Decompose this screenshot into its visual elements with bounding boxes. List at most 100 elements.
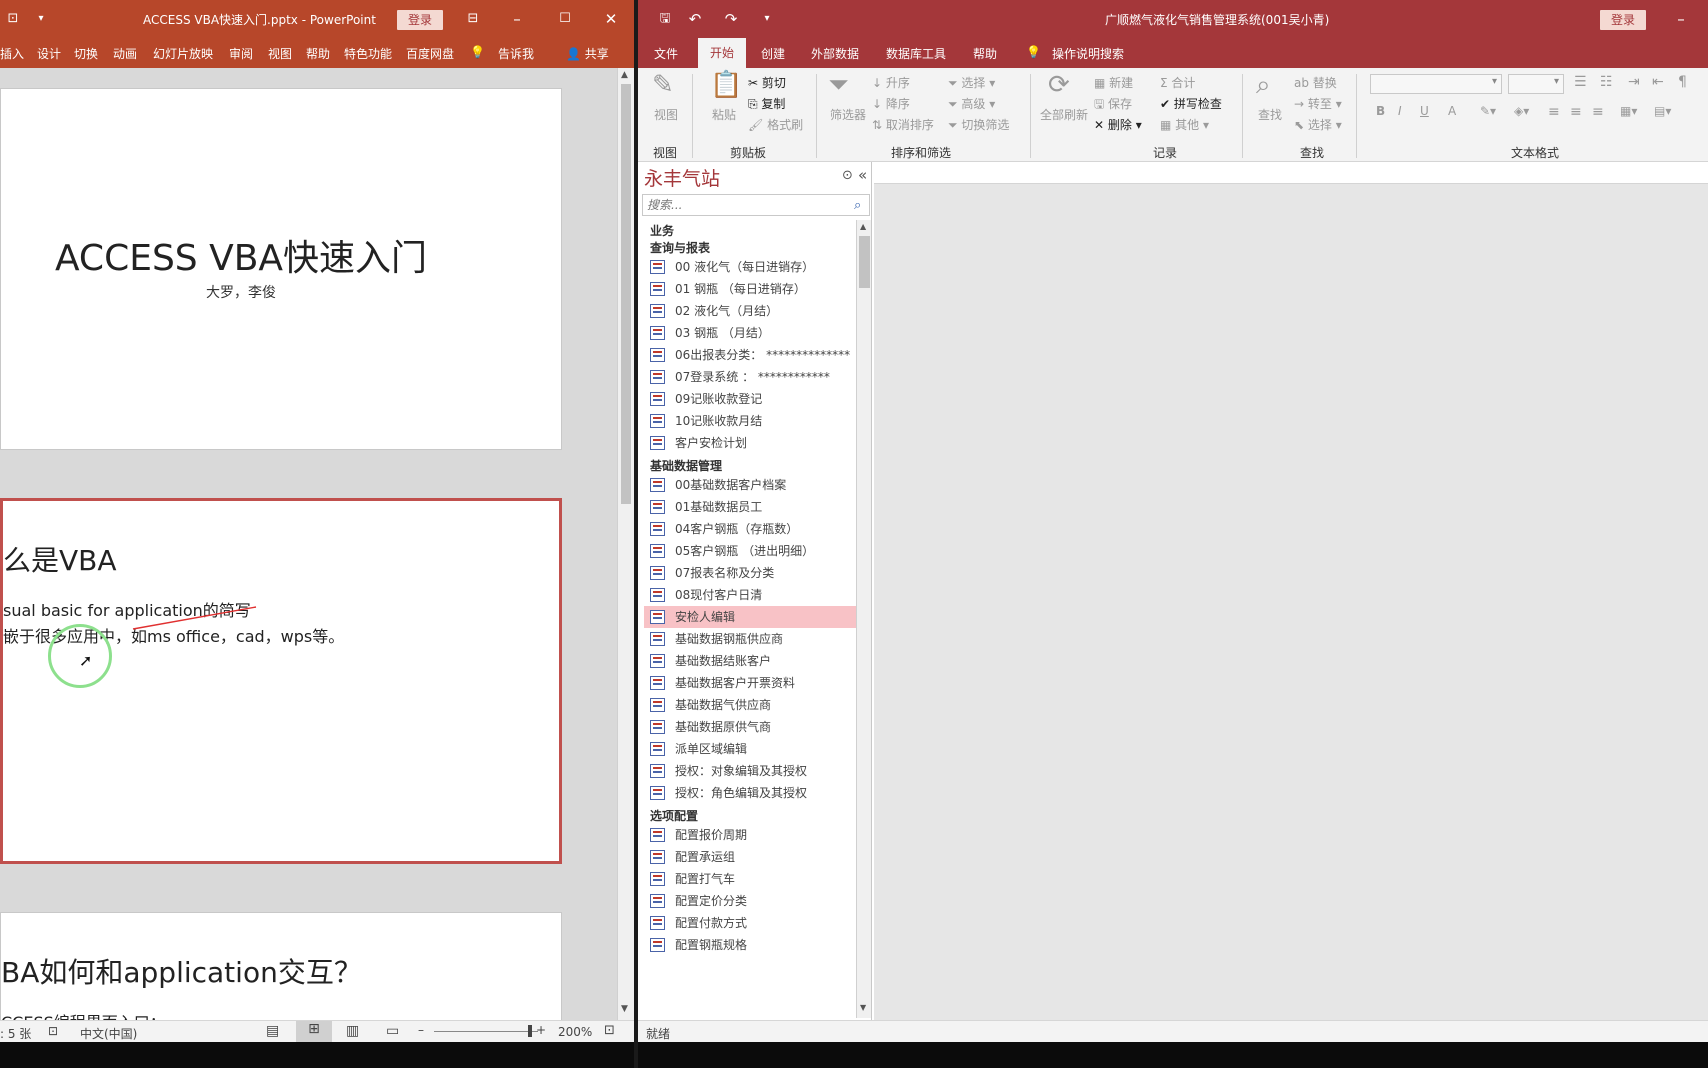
reading-view-icon[interactable]: ▥ [346, 1023, 359, 1039]
nav-group-header[interactable]: 选项配置 [650, 807, 698, 824]
spelling-button[interactable]: ✔ 拼写检查 [1160, 95, 1222, 112]
remove-sort-button[interactable]: ⇅ 取消排序 [872, 116, 934, 133]
share-button[interactable]: 👤 共享 [566, 45, 609, 62]
font-color-button[interactable]: A [1448, 104, 1456, 118]
fill-color-icon[interactable]: ◈▾ [1514, 104, 1529, 118]
font-size-select[interactable]: ▾ [1508, 74, 1564, 94]
rtl-icon[interactable]: ¶ [1678, 74, 1687, 90]
nav-pane-title[interactable]: 永丰气站 [644, 164, 720, 191]
nav-item[interactable]: 配置承运组 [644, 846, 856, 868]
toggle-filter-button[interactable]: ⏷ 切换筛选 [948, 116, 1009, 133]
replace-button[interactable]: ab 替换 [1294, 74, 1337, 91]
close-icon[interactable]: ✕ [600, 8, 622, 30]
tab-view[interactable]: 视图 [268, 45, 292, 62]
nav-item[interactable]: 配置定价分类 [644, 890, 856, 912]
minimize-icon[interactable]: – [506, 8, 528, 30]
nav-item[interactable]: 授权：对象编辑及其授权 [644, 760, 856, 782]
nav-group-header[interactable]: 基础数据管理 [650, 457, 722, 474]
nav-search-input[interactable] [642, 194, 870, 216]
slide-1[interactable]: ACCESS VBA快速入门 大罗，李俊 [0, 88, 562, 450]
ribbon-display-icon[interactable]: ⊟ [462, 8, 484, 30]
sort-ascending-button[interactable]: ↓ 升序 [872, 74, 910, 91]
advanced-button[interactable]: ⏷ 高级 ▾ [948, 95, 995, 112]
font-name-select[interactable]: ▾ [1370, 74, 1502, 94]
normal-view-icon[interactable]: ▤ [266, 1023, 279, 1039]
scroll-down-icon[interactable]: ▼ [621, 1004, 628, 1014]
alt-row-color-icon[interactable]: ▤▾ [1654, 104, 1671, 118]
zoom-slider[interactable] [434, 1031, 538, 1032]
save-icon[interactable]: 🖫 [654, 8, 676, 30]
sorter-view-icon[interactable]: ⊞ [296, 1021, 332, 1042]
notes-check-icon[interactable]: ⊡ [48, 1024, 58, 1038]
nav-item[interactable]: 安检人编辑 [644, 606, 856, 628]
tell-me[interactable]: 告诉我 [498, 45, 534, 62]
tab-slideshow[interactable]: 幻灯片放映 [153, 45, 213, 62]
copy-button[interactable]: ⎘ 复制 [748, 95, 785, 112]
nav-item[interactable]: 00基础数据客户档案 [644, 474, 856, 496]
bold-button[interactable]: B [1376, 104, 1385, 118]
paste-button[interactable]: 粘贴 [712, 106, 736, 123]
new-record-button[interactable]: ▦ 新建 [1094, 74, 1133, 91]
nav-item[interactable]: 基础数据气供应商 [644, 694, 856, 716]
bullets-icon[interactable]: ☰ [1574, 74, 1587, 90]
tab-animations[interactable]: 动画 [113, 45, 137, 62]
tab-transitions[interactable]: 切换 [74, 45, 98, 62]
indent-icon[interactable]: ⇥ [1628, 74, 1640, 90]
align-right-icon[interactable]: ≡ [1592, 104, 1604, 120]
delete-record-button[interactable]: ✕ 删除 ▾ [1094, 116, 1142, 133]
nav-item[interactable]: 03 钢瓶 （月结） [644, 322, 856, 344]
nav-item[interactable]: 08现付客户日清 [644, 584, 856, 606]
ppt-login-button[interactable]: 登录 [397, 10, 444, 30]
format-painter-button[interactable]: 🖌 格式刷 [748, 116, 803, 133]
tab-help[interactable]: 帮助 [306, 45, 330, 62]
more-button[interactable]: ▦ 其他 ▾ [1160, 116, 1209, 133]
tab-design[interactable]: 设计 [37, 45, 61, 62]
scroll-up-icon[interactable]: ▲ [860, 222, 866, 231]
nav-menu-icon[interactable]: ⊙ [842, 168, 853, 183]
nav-item[interactable]: 配置报价周期 [644, 824, 856, 846]
nav-item[interactable]: 05客户钢瓶 （进出明细） [644, 540, 856, 562]
nav-item[interactable]: 00 液化气（每日进销存） [644, 256, 856, 278]
nav-item[interactable]: 配置钢瓶规格 [644, 934, 856, 956]
italic-button[interactable]: I [1398, 104, 1402, 118]
slide-pane[interactable]: ACCESS VBA快速入门 大罗，李俊 么是VBA sual basic fo… [0, 68, 617, 1020]
nav-item[interactable]: 04客户钢瓶（存瓶数） [644, 518, 856, 540]
slide-2[interactable]: 么是VBA sual basic for application的简写 嵌于很多… [0, 498, 562, 864]
view-button[interactable]: 视图 [654, 106, 678, 123]
nav-item[interactable]: 01 钢瓶 （每日进销存） [644, 278, 856, 300]
tab-special[interactable]: 特色功能 [344, 45, 392, 62]
save-record-button[interactable]: 🖫 保存 [1094, 95, 1132, 116]
access-login-button[interactable]: 登录 [1600, 10, 1647, 30]
language[interactable]: 中文(中国) [80, 1025, 137, 1042]
tab-insert[interactable]: 插入 [0, 45, 24, 62]
nav-scrollbar[interactable]: ▲ ▼ [856, 220, 871, 1018]
nav-item[interactable]: 02 液化气（月结） [644, 300, 856, 322]
redo-icon[interactable]: ↷ [720, 8, 742, 30]
nav-item[interactable]: 配置付款方式 [644, 912, 856, 934]
touch-mode-icon[interactable]: ⊡ [2, 8, 24, 30]
cut-button[interactable]: ✂ 剪切 [748, 74, 786, 91]
zoom-in-icon[interactable]: + [536, 1023, 546, 1037]
scroll-thumb[interactable] [859, 236, 870, 288]
nav-item[interactable]: 基础数据客户开票资料 [644, 672, 856, 694]
minimize-icon[interactable]: – [1670, 8, 1692, 30]
tab-baidu[interactable]: 百度网盘 [406, 45, 454, 62]
tab-external-data[interactable]: 外部数据 [811, 45, 859, 62]
nav-item[interactable]: 基础数据结账客户 [644, 650, 856, 672]
search-icon[interactable]: ⌕ [854, 198, 861, 213]
maximize-icon[interactable]: ☐ [554, 8, 576, 30]
nav-item[interactable]: 07报表名称及分类 [644, 562, 856, 584]
nav-item[interactable]: 09记账收款登记 [644, 388, 856, 410]
customize-qat-icon[interactable]: ▾ [756, 8, 778, 30]
filter-button[interactable]: 筛选器 [830, 106, 866, 123]
totals-button[interactable]: Σ 合计 [1160, 74, 1195, 91]
nav-item[interactable]: 基础数据钢瓶供应商 [644, 628, 856, 650]
gridlines-icon[interactable]: ▦▾ [1620, 104, 1637, 118]
nav-item[interactable]: 配置打气车 [644, 868, 856, 890]
slide-3[interactable]: BA如何和application交互？ CCESS编程界面入口： [0, 912, 562, 1020]
goto-button[interactable]: → 转至 ▾ [1294, 95, 1342, 112]
selection-button[interactable]: ⏷ 选择 ▾ [948, 74, 995, 91]
zoom-slider-thumb[interactable] [528, 1025, 532, 1037]
nav-item[interactable]: 01基础数据员工 [644, 496, 856, 518]
zoom-out-icon[interactable]: – [418, 1023, 424, 1037]
